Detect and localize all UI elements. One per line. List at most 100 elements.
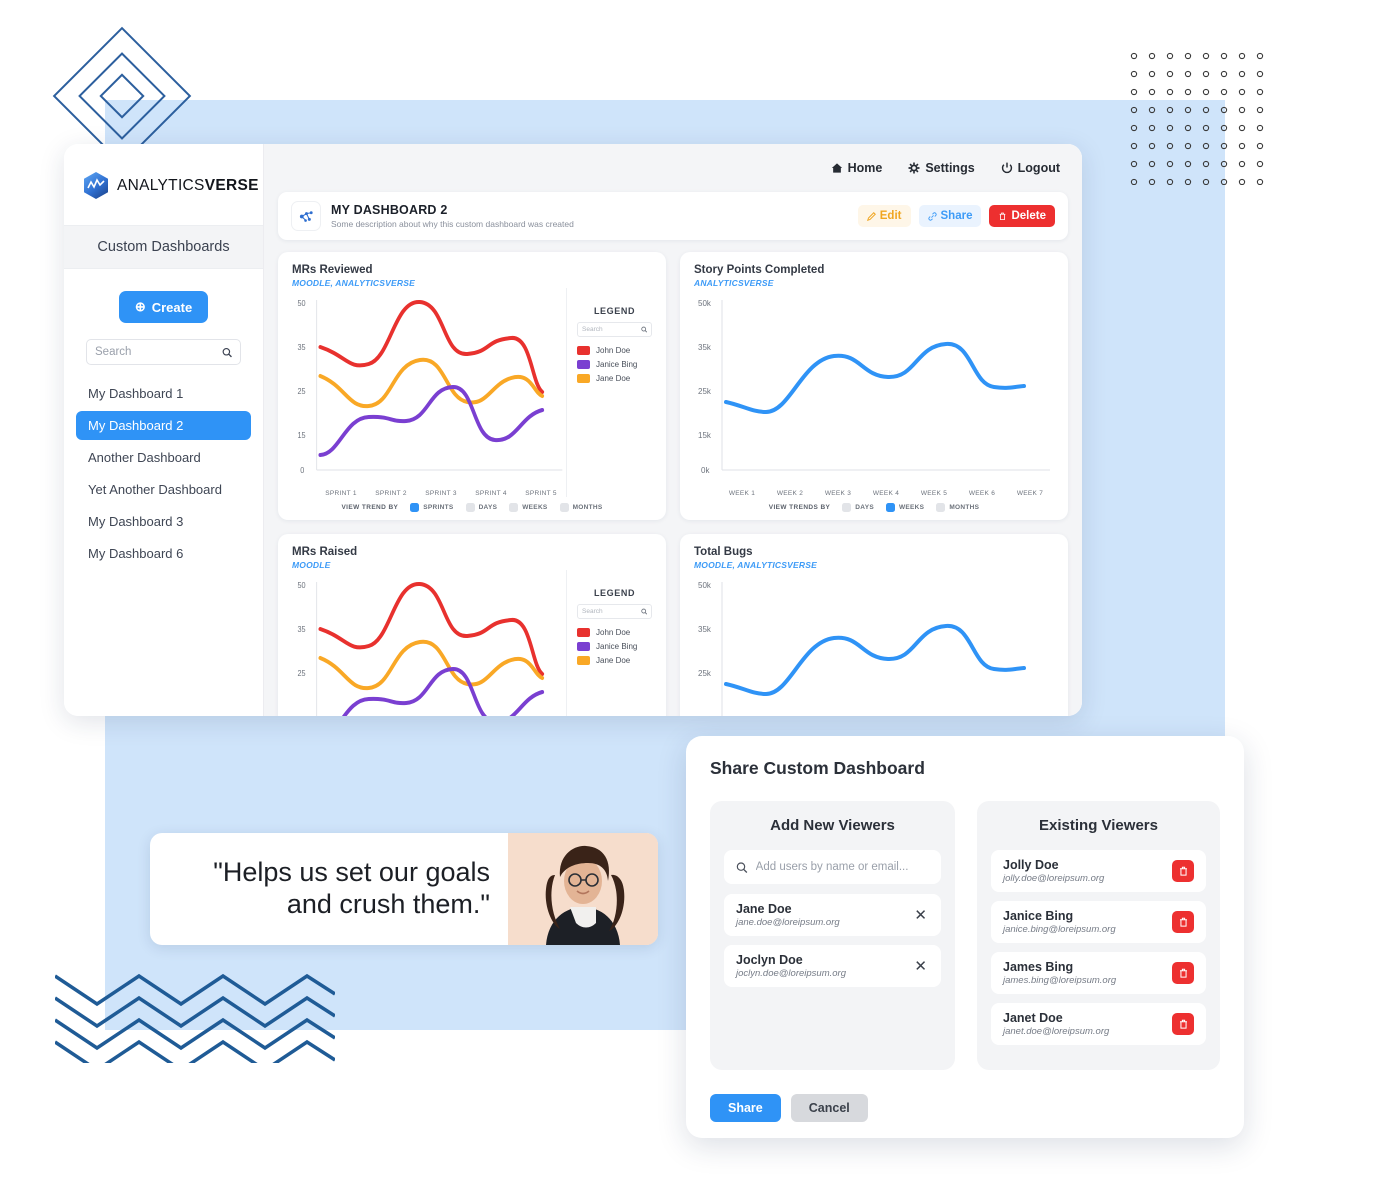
share-button[interactable]: Share bbox=[918, 205, 982, 227]
radio-icon bbox=[465, 503, 475, 512]
legend-item-john-doe[interactable]: John Doe bbox=[577, 628, 652, 637]
sidebar-item-yet-another-dashboard[interactable]: Yet Another Dashboard bbox=[76, 475, 251, 504]
dialog-cancel-button[interactable]: Cancel bbox=[790, 1094, 868, 1122]
brand-name: ANALYTICSVERSE bbox=[117, 177, 259, 195]
trash-icon bbox=[1179, 1019, 1187, 1029]
sidebar-search-input[interactable] bbox=[95, 346, 222, 358]
svg-text:35: 35 bbox=[297, 343, 305, 352]
add-user-input[interactable] bbox=[755, 861, 929, 873]
app-window: ANALYTICSVERSE Custom Dashboards ⊕ Creat… bbox=[64, 144, 1082, 716]
xtick: WEEK 5 bbox=[920, 490, 948, 497]
trend-option-label: WEEKS bbox=[522, 504, 548, 511]
xtick: SPRINT 2 bbox=[375, 490, 407, 497]
dialog-share-button[interactable]: Share bbox=[710, 1094, 781, 1122]
nav-home[interactable]: Home bbox=[831, 161, 883, 175]
legend-item-john-doe[interactable]: John Doe bbox=[577, 346, 652, 355]
legend-item-jane-doe[interactable]: Jane Doe bbox=[577, 374, 652, 383]
chart-body-mrs-reviewed: 50 35 25 15 0 SPRINT 1 SPRINT 2 SPRINT 3… bbox=[292, 288, 652, 497]
sidebar-search-box[interactable] bbox=[86, 339, 241, 365]
sidebar-item-my-dashboard-6[interactable]: My Dashboard 6 bbox=[76, 539, 251, 568]
legend-search-box[interactable] bbox=[577, 322, 652, 337]
viewer-name: Janice Bing bbox=[1003, 909, 1074, 923]
delete-viewer-button[interactable] bbox=[1172, 962, 1194, 984]
nav-home-label: Home bbox=[847, 161, 883, 175]
trend-option-weeks[interactable]: WEEKS bbox=[885, 503, 925, 512]
delete-viewer-button[interactable] bbox=[1172, 1013, 1194, 1035]
edit-button[interactable]: Edit bbox=[857, 205, 911, 227]
dialog-columns: Add New Viewers Jane Doe jane.doe@loreip… bbox=[710, 801, 1220, 1070]
viewer-name: Jolly Doe bbox=[1003, 858, 1059, 872]
search-icon bbox=[641, 326, 647, 333]
nav-logout[interactable]: Logout bbox=[1001, 161, 1060, 175]
legend-label: Jane Doe bbox=[596, 656, 631, 665]
top-navigation: Home Settings Logout bbox=[264, 144, 1082, 192]
plot-mrs-reviewed: 50 35 25 15 0 SPRINT 1 SPRINT 2 SPRINT 3… bbox=[292, 288, 566, 497]
brand-logo[interactable]: ANALYTICSVERSE bbox=[64, 144, 263, 225]
legend-mrs-raised: LEGEND John Doe bbox=[566, 570, 652, 716]
delete-viewer-button[interactable] bbox=[1172, 860, 1194, 882]
plot-svg-story-points: 50k 35k 25k 15k 0k bbox=[698, 299, 1050, 475]
sidebar-item-my-dashboard-2[interactable]: My Dashboard 2 bbox=[76, 411, 251, 440]
dashboard-list: My Dashboard 1 My Dashboard 2 Another Da… bbox=[64, 379, 263, 568]
svg-text:25k: 25k bbox=[698, 387, 712, 396]
xtick: SPRINT 3 bbox=[425, 490, 457, 497]
page-title: MY DASHBOARD 2 bbox=[331, 203, 448, 217]
share-button-label: Share bbox=[940, 210, 973, 222]
trend-option-label: WEEKS bbox=[898, 504, 925, 511]
existing-viewer-info: James Bing james.bing@loreipsum.org bbox=[1003, 960, 1116, 986]
trend-option-label: SPRINTS bbox=[423, 504, 454, 511]
dashboard-actions: Edit Share Delete bbox=[857, 205, 1055, 227]
create-dashboard-button[interactable]: ⊕ Create bbox=[118, 291, 209, 323]
trend-option-label: MONTHS bbox=[572, 504, 603, 511]
legend-item-janice-bing[interactable]: Janice Bing bbox=[577, 642, 652, 651]
remove-new-viewer-button[interactable]: ✕ bbox=[912, 908, 929, 923]
radio-icon bbox=[936, 503, 946, 512]
new-viewer-row: Joclyn Doe joclyn.doe@loreipsum.org ✕ bbox=[724, 945, 941, 987]
legend-swatch bbox=[577, 360, 590, 369]
sidebar-item-my-dashboard-1[interactable]: My Dashboard 1 bbox=[76, 379, 251, 408]
nav-settings-label: Settings bbox=[925, 161, 975, 175]
sidebar-item-my-dashboard-3[interactable]: My Dashboard 3 bbox=[76, 507, 251, 536]
trend-option-weeks[interactable]: WEEKS bbox=[509, 503, 547, 512]
legend-item-janice-bing[interactable]: Janice Bing bbox=[577, 360, 652, 369]
chart-title-mrs-raised: MRs Raised bbox=[292, 546, 358, 558]
delete-viewer-button[interactable] bbox=[1172, 911, 1194, 933]
viewer-email: joclyn.doe@loreipsum.org bbox=[736, 968, 846, 979]
legend-search-input[interactable] bbox=[582, 608, 641, 615]
viewer-email: jolly.doe@loreipsum.org bbox=[1003, 873, 1105, 884]
sidebar-item-another-dashboard[interactable]: Another Dashboard bbox=[76, 443, 251, 472]
svg-text:50k: 50k bbox=[698, 581, 712, 590]
chart-title-mrs-reviewed: MRs Reviewed bbox=[292, 264, 373, 276]
remove-new-viewer-button[interactable]: ✕ bbox=[912, 959, 929, 974]
add-user-search-box[interactable] bbox=[724, 850, 941, 884]
svg-text:50: 50 bbox=[297, 299, 305, 308]
trend-option-sprints[interactable]: SPRINTS bbox=[410, 503, 453, 512]
trend-label: VIEW TREND BY bbox=[341, 504, 399, 511]
legend-search-input[interactable] bbox=[582, 326, 641, 333]
xtick: WEEK 4 bbox=[872, 490, 900, 497]
search-icon bbox=[222, 347, 232, 357]
xtick: WEEK 6 bbox=[968, 490, 996, 497]
legend-item-jane-doe[interactable]: Jane Doe bbox=[577, 656, 652, 665]
trend-option-days[interactable]: DAYS bbox=[465, 503, 498, 512]
trend-option-months[interactable]: MONTHS bbox=[936, 503, 979, 512]
new-viewer-info: Joclyn Doe joclyn.doe@loreipsum.org bbox=[736, 953, 846, 979]
delete-button-label: Delete bbox=[1011, 210, 1046, 222]
delete-button[interactable]: Delete bbox=[989, 205, 1055, 227]
plot-svg-mrs-raised: 50 35 25 bbox=[297, 581, 545, 716]
hexagon-logo-icon bbox=[84, 172, 108, 199]
trend-option-days[interactable]: DAYS bbox=[842, 503, 874, 512]
radio-icon bbox=[509, 503, 519, 512]
svg-text:0: 0 bbox=[300, 466, 304, 475]
svg-text:35k: 35k bbox=[698, 343, 712, 352]
testimonial-card: "Helps us set our goals and crush them." bbox=[150, 833, 658, 945]
nav-settings[interactable]: Settings bbox=[908, 161, 975, 175]
xtick: WEEK 3 bbox=[824, 490, 852, 497]
existing-viewers-panel: Existing Viewers Jolly Doe jolly.doe@lor… bbox=[977, 801, 1220, 1070]
trend-option-months[interactable]: MONTHS bbox=[559, 503, 603, 512]
xaxis-story-points: WEEK 1 WEEK 2 WEEK 3 WEEK 4 WEEK 5 WEEK … bbox=[694, 490, 1054, 497]
dashboard-header: MY DASHBOARD 2 Some description about wh… bbox=[278, 192, 1068, 240]
legend-search-box[interactable] bbox=[577, 604, 652, 619]
search-icon bbox=[736, 861, 748, 873]
viewer-name: James Bing bbox=[1003, 960, 1074, 974]
